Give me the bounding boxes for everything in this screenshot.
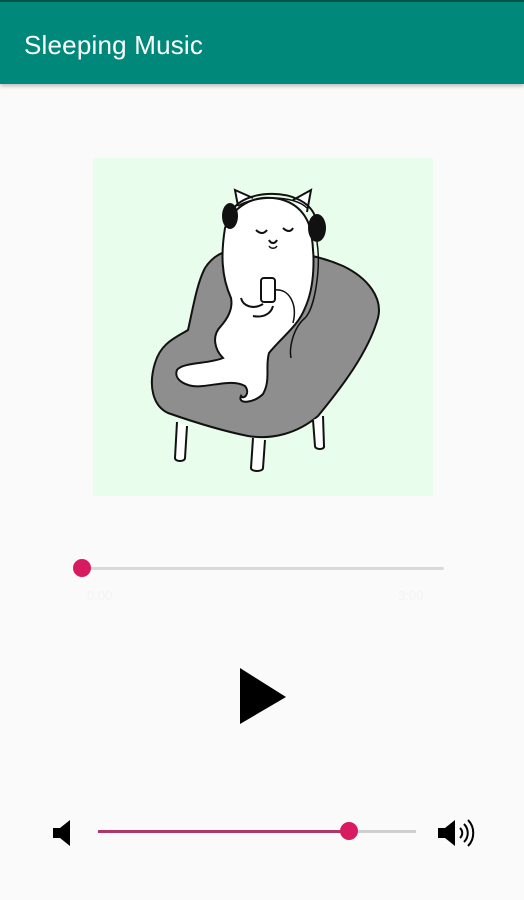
app-title: Sleeping Music: [24, 30, 204, 60]
volume-slider[interactable]: [96, 818, 418, 844]
volume-high-icon: [434, 818, 475, 848]
elapsed-time: 0:00: [87, 588, 113, 603]
playback-seekbar[interactable]: [72, 555, 454, 581]
play-icon: [240, 668, 286, 724]
play-button[interactable]: [232, 660, 294, 730]
cat-listening-music-illustration: [150, 188, 380, 472]
album-artwork: [93, 158, 433, 496]
volume-thumb[interactable]: [340, 822, 359, 840]
seekbar-thumb[interactable]: [73, 559, 91, 577]
volume-low-icon: [50, 818, 90, 848]
seekbar-track: [82, 567, 444, 570]
volume-level: [98, 830, 350, 833]
total-time: 3:00: [398, 588, 424, 603]
app-bar: Sleeping Music: [0, 2, 524, 84]
